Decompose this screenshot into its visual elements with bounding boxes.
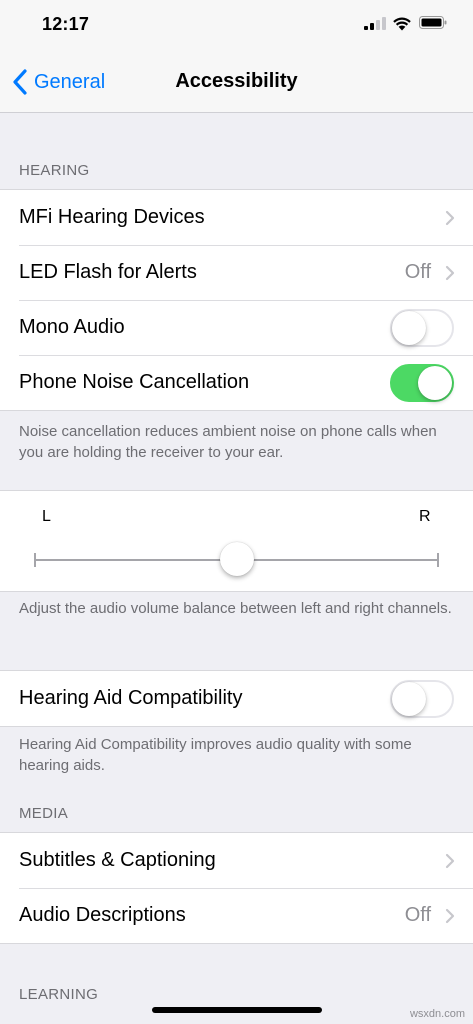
section-header-media: MEDIA <box>19 805 69 822</box>
cellular-signal-icon <box>364 17 386 30</box>
row-label: LED Flash for Alerts <box>19 261 197 283</box>
row-label: Audio Descriptions <box>19 904 186 926</box>
mfi-hearing-devices-row[interactable]: MFi Hearing Devices <box>0 190 473 245</box>
row-label: Hearing Aid Compatibility <box>19 687 243 709</box>
row-label: MFi Hearing Devices <box>19 206 205 228</box>
led-flash-alerts-row[interactable]: LED Flash for Alerts Off <box>0 245 473 300</box>
row-value: Off <box>404 904 431 926</box>
subtitles-captioning-row[interactable]: Subtitles & Captioning <box>0 833 473 888</box>
hac-group: Hearing Aid Compatibility <box>0 670 473 727</box>
status-bar: 12:17 <box>0 0 473 50</box>
watermark: wsxdn.com <box>409 1008 465 1020</box>
chevron-right-icon <box>445 265 455 280</box>
noise-cancellation-footer: Noise cancellation reduces ambient noise… <box>19 423 437 461</box>
battery-icon <box>419 16 447 29</box>
hearing-group: MFi Hearing Devices LED Flash for Alerts… <box>0 189 473 411</box>
row-value: Off <box>404 261 431 283</box>
toggle-knob <box>392 681 426 716</box>
home-indicator[interactable] <box>152 1007 322 1013</box>
balance-left-label: L <box>42 508 51 525</box>
section-header-learning: LEARNING <box>19 986 99 1003</box>
slider-tick-right <box>437 553 439 567</box>
balance-right-label: R <box>419 508 431 525</box>
chevron-right-icon <box>445 853 455 868</box>
row-label: Mono Audio <box>19 316 125 338</box>
mono-audio-toggle[interactable] <box>390 308 454 347</box>
phone-noise-cancellation-row: Phone Noise Cancellation <box>0 355 473 410</box>
balance-slider-thumb[interactable] <box>219 542 254 576</box>
navigation-bar: General Accessibility <box>0 50 473 113</box>
balance-footer: Adjust the audio volume balance between … <box>19 600 452 617</box>
chevron-right-icon <box>445 210 455 225</box>
row-label: Subtitles & Captioning <box>19 849 216 871</box>
slider-tick-left <box>34 553 36 567</box>
section-header-hearing: HEARING <box>19 162 90 179</box>
mono-audio-row: Mono Audio <box>0 300 473 355</box>
audio-descriptions-row[interactable]: Audio Descriptions Off <box>0 888 473 943</box>
hearing-aid-compatibility-row: Hearing Aid Compatibility <box>0 671 473 726</box>
chevron-right-icon <box>445 908 455 923</box>
hac-footer: Hearing Aid Compatibility improves audio… <box>19 736 412 774</box>
wifi-icon <box>393 17 411 31</box>
balance-group: L R <box>0 490 473 592</box>
row-label: Phone Noise Cancellation <box>19 371 250 393</box>
toggle-knob <box>392 310 426 345</box>
hearing-aid-compatibility-toggle[interactable] <box>390 679 454 718</box>
media-group: Subtitles & Captioning Audio Description… <box>0 832 473 944</box>
toggle-knob <box>418 365 452 400</box>
page-title: Accessibility <box>175 70 298 92</box>
status-time: 12:17 <box>42 14 90 34</box>
phone-noise-cancellation-toggle[interactable] <box>390 363 454 402</box>
